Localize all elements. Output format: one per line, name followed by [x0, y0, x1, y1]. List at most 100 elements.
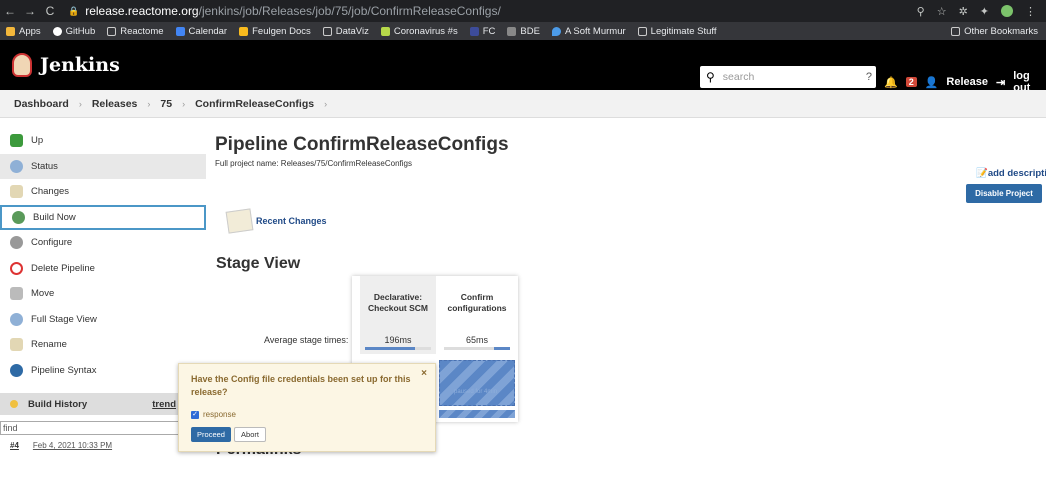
bde-icon — [507, 26, 517, 36]
breadcrumb-75[interactable]: 75 — [160, 98, 172, 110]
checkmark-icon[interactable]: ✓ — [191, 410, 199, 419]
paused-stage-cell[interactable]: paused for 4min — [439, 360, 515, 406]
user-link[interactable]: Release — [946, 76, 988, 88]
edit-icon: 📝 — [976, 168, 988, 179]
lock-icon: 🔒 — [68, 5, 80, 16]
calendar-icon — [175, 26, 185, 36]
back-icon[interactable]: ← — [0, 4, 20, 18]
bookmark-feulgen-docs[interactable]: Feulgen Docs — [239, 26, 311, 37]
recent-changes[interactable]: Recent Changes — [225, 208, 327, 234]
sidebar-item-status[interactable]: Status — [0, 153, 206, 179]
bookmark-github[interactable]: GitHub — [52, 26, 95, 37]
stage-header-confirm: Confirm configurations — [447, 292, 507, 313]
stage-time-fill — [493, 347, 510, 350]
bookmark-legitimate-stuff[interactable]: Legitimate Stuff — [637, 26, 717, 37]
extension-gear-icon[interactable]: ✲ — [959, 5, 968, 18]
jenkins-butler-icon — [12, 53, 32, 77]
folder-icon — [322, 26, 332, 36]
sidebar-item-build-now[interactable]: Build Now — [0, 204, 206, 230]
search-icon: ⚲ — [706, 70, 715, 84]
response-checkbox[interactable]: ✓ response — [191, 410, 236, 419]
stage-header-checkout: Declarative: Checkout SCM — [360, 276, 436, 330]
list-item[interactable]: #4 Feb 4, 2021 10:33 PM — [0, 435, 206, 450]
abort-button[interactable]: Abort — [234, 427, 266, 442]
stage-time-fill — [365, 347, 415, 350]
up-arrow-icon — [10, 134, 23, 148]
notification-badge[interactable]: 2 — [905, 77, 917, 87]
bookmark-soft-murmur[interactable]: A Soft Murmur — [551, 26, 626, 37]
notepad-icon — [10, 185, 23, 199]
disable-project-button[interactable]: Disable Project — [966, 184, 1042, 203]
drive-icon — [239, 26, 249, 36]
address-bar[interactable]: 🔒 release.reactome.org /jenkins/job/Rele… — [68, 4, 501, 18]
folder-icon — [107, 26, 117, 36]
sidebar-item-up[interactable]: Up — [0, 128, 206, 154]
extensions-icon[interactable]: ✦ — [980, 5, 989, 18]
bookmark-dataviz[interactable]: DataViz — [322, 26, 369, 37]
folder-icon — [637, 26, 647, 36]
recent-changes-link[interactable]: Recent Changes — [256, 216, 327, 226]
star-icon[interactable]: ☆ — [937, 5, 947, 18]
build-history-header: Build History trend — [0, 393, 206, 415]
sidebar-item-move[interactable]: Move — [0, 281, 206, 307]
sidebar-item-pipeline-syntax[interactable]: Pipeline Syntax — [0, 358, 206, 384]
url-path: /jenkins/job/Releases/job/75/job/Confirm… — [198, 4, 501, 18]
breadcrumb: Dashboard › Releases › 75 › ConfirmRelea… — [0, 90, 1046, 118]
bookmark-other[interactable]: Other Bookmarks — [951, 26, 1038, 37]
build-date[interactable]: Feb 4, 2021 10:33 PM — [33, 441, 112, 450]
move-icon — [10, 287, 23, 301]
fc-icon — [469, 26, 479, 36]
breadcrumb-releases[interactable]: Releases — [92, 98, 138, 110]
jenkins-logo[interactable]: Jenkins — [12, 53, 120, 77]
bookmark-reactome[interactable]: Reactome — [107, 26, 164, 37]
bookmarks-bar: Apps GitHub Reactome Calendar Feulgen Do… — [0, 22, 1046, 40]
stage-progress-strip — [439, 410, 515, 418]
browser-toolbar: ← → C 🔒 release.reactome.org /jenkins/jo… — [0, 0, 1046, 22]
help-icon — [10, 363, 23, 377]
bookmark-apps[interactable]: Apps — [6, 26, 41, 37]
sidebar-item-rename[interactable]: Rename — [0, 332, 206, 358]
zoom-icon[interactable]: ⚲ — [917, 5, 925, 18]
add-description-link[interactable]: 📝add description — [976, 168, 1046, 179]
reload-icon[interactable]: C — [40, 4, 60, 18]
chevron-right-icon: › — [147, 98, 151, 109]
github-icon — [52, 26, 62, 36]
bookmark-calendar[interactable]: Calendar — [175, 26, 227, 37]
page-title: Pipeline ConfirmReleaseConfigs — [215, 134, 509, 155]
sidebar-item-full-stage-view[interactable]: Full Stage View — [0, 307, 206, 333]
trend-link[interactable]: trend — [152, 399, 176, 410]
url-host: release.reactome.org — [85, 4, 199, 18]
proceed-button[interactable]: Proceed — [191, 427, 231, 442]
forward-icon[interactable]: → — [20, 4, 40, 18]
sidebar-item-delete-pipeline[interactable]: Delete Pipeline — [0, 256, 206, 282]
help-icon[interactable]: ? — [866, 71, 872, 83]
folder-icon — [951, 26, 961, 36]
sidebar-item-configure[interactable]: Configure — [0, 230, 206, 256]
bell-icon[interactable]: 🔔 — [884, 76, 898, 89]
notepad-icon — [225, 208, 254, 234]
stage-time-bar — [444, 347, 510, 350]
breadcrumb-dashboard[interactable]: Dashboard — [14, 98, 69, 110]
user-icon: 👤 — [924, 76, 939, 89]
stage-time-checkout: 196ms — [360, 330, 436, 354]
dialog-question: Have the Config file credentials been se… — [191, 374, 411, 397]
average-stage-times-label: Average stage times: — [264, 335, 349, 345]
bookmark-coronavirus[interactable]: Coronavirus #s — [380, 26, 458, 37]
apps-grid-icon — [6, 26, 15, 36]
breadcrumb-job[interactable]: ConfirmReleaseConfigs — [195, 98, 314, 110]
profile-avatar[interactable] — [1001, 5, 1013, 17]
find-input[interactable] — [0, 421, 206, 435]
chevron-right-icon: › — [324, 98, 328, 109]
search-icon — [10, 312, 23, 326]
bookmark-fc[interactable]: FC — [469, 26, 495, 37]
build-number[interactable]: #4 — [10, 441, 19, 450]
input-requested-dialog: Have the Config file credentials been se… — [178, 363, 436, 452]
sidebar: Up Status Changes Build Now Configure De… — [0, 118, 206, 481]
close-icon[interactable]: × — [421, 368, 427, 379]
menu-kebab-icon[interactable]: ⋮ — [1025, 5, 1036, 18]
sidebar-item-changes[interactable]: Changes — [0, 179, 206, 205]
bookmark-bde[interactable]: BDE — [507, 26, 540, 37]
chart-icon — [380, 26, 390, 36]
chevron-right-icon: › — [78, 98, 82, 109]
search-input[interactable]: ⚲ search ? — [700, 66, 876, 88]
